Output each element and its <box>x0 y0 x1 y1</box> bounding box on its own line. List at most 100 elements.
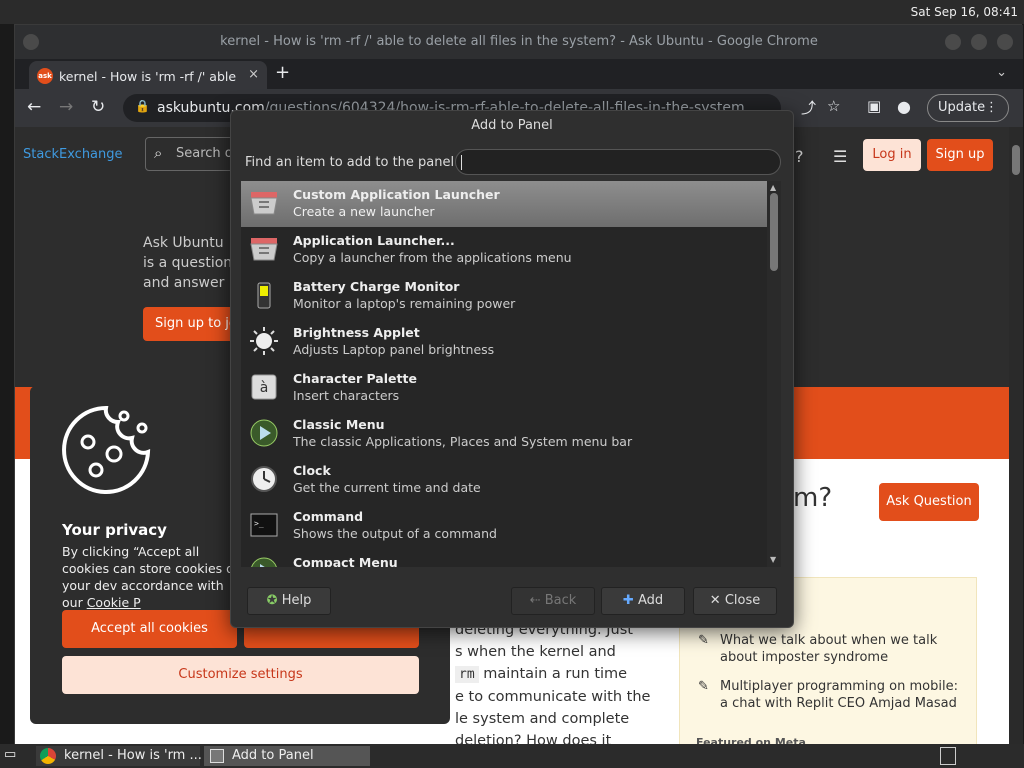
question-body: deleting everything. Just s when the ker… <box>455 622 651 745</box>
scroll-up-icon[interactable]: ▲ <box>770 183 776 192</box>
list-scrollbar[interactable]: ▲ ▼ <box>767 181 781 567</box>
applet-name: Compact Menu <box>293 555 398 567</box>
stackexchange-logo[interactable]: StackExchange <box>23 147 123 162</box>
window-icon <box>210 749 224 763</box>
taskbar-item-add-to-panel[interactable]: Add to Panel <box>204 746 370 766</box>
clock-icon <box>249 464 279 494</box>
applet-description: The classic Applications, Places and Sys… <box>293 434 633 449</box>
applet-list-item[interactable]: Brightness Applet Adjusts Laptop panel br… <box>241 319 767 365</box>
applet-name: Character Palette <box>293 371 417 386</box>
close-button[interactable]: ✕ Close <box>693 587 777 615</box>
taskbar-item-chrome[interactable]: kernel - How is 'rm ... <box>36 746 202 766</box>
find-item-input[interactable] <box>455 149 781 175</box>
system-top-bar: Sat Sep 16, 08:41 <box>0 0 1024 24</box>
question-title: m? <box>793 483 833 513</box>
back-arrow-icon: ⇠ <box>529 593 541 608</box>
add-to-panel-dialog: Add to Panel Find an item to add to the … <box>230 110 794 628</box>
applet-description: Create a new launcher <box>293 204 435 219</box>
minimize-button[interactable] <box>945 34 961 50</box>
page-scrollbar-thumb[interactable] <box>1012 145 1020 175</box>
close-window-button[interactable] <box>997 34 1013 50</box>
tab-search-chevron-icon[interactable]: ⌄ <box>996 65 1007 80</box>
applet-description: Get the current time and date <box>293 480 481 495</box>
login-button[interactable]: Log in <box>863 139 921 171</box>
lock-icon[interactable]: 🔒 <box>135 99 150 113</box>
applet-list: Custom Application Launcher Create a new … <box>241 181 781 567</box>
show-desktop-icon[interactable]: ▭ <box>4 747 16 762</box>
applet-list-item[interactable]: Custom Application Launcher Create a new … <box>241 181 767 227</box>
side-panel-icon[interactable]: ▣ <box>867 97 881 115</box>
window-title: kernel - How is 'rm -rf /' able to delet… <box>220 34 818 49</box>
applet-name: Clock <box>293 463 331 478</box>
system-clock[interactable]: Sat Sep 16, 08:41 <box>911 5 1018 19</box>
character-icon: à <box>249 372 279 402</box>
chrome-icon <box>40 748 56 764</box>
dialog-title[interactable]: Add to Panel <box>231 111 793 141</box>
add-button[interactable]: ✚ Add <box>601 587 685 615</box>
page-scrollbar[interactable] <box>1009 127 1023 745</box>
list-scrollbar-thumb[interactable] <box>770 193 778 271</box>
applet-list-item[interactable]: Application Launcher... Copy a launcher f… <box>241 227 767 273</box>
terminal-icon: >_ <box>249 510 279 540</box>
pencil-icon: ✎ <box>698 679 709 694</box>
site-search-input[interactable]: ⌕ Search o <box>145 137 235 171</box>
window-menu-button[interactable] <box>23 34 39 50</box>
help-icon[interactable]: ? <box>795 147 804 166</box>
share-icon[interactable]: ⤴ <box>801 97 816 118</box>
tab-strip: ask kernel - How is 'rm -rf /' able t × … <box>15 59 1023 91</box>
cookie-title: Your privacy <box>62 521 167 539</box>
applet-name: Custom Application Launcher <box>293 187 500 202</box>
workspace-switcher-icon[interactable] <box>940 747 956 765</box>
back-arrow-icon[interactable]: ← <box>27 97 41 117</box>
applet-description: Adjusts Laptop panel brightness <box>293 342 495 357</box>
forward-arrow-icon[interactable]: → <box>59 97 73 117</box>
sidebar-item[interactable]: ✎ What we talk about when we talk about i… <box>698 632 968 666</box>
applet-description: Copy a launcher from the applications me… <box>293 250 572 265</box>
help-button[interactable]: ✪ Help <box>247 587 331 615</box>
close-icon: ✕ <box>709 593 721 608</box>
launcher-icon <box>249 188 279 218</box>
applet-list-item[interactable]: à Character Palette Insert characters <box>241 365 767 411</box>
launcher-icon <box>249 234 279 264</box>
applet-list-item[interactable]: >_ Command Shows the output of a command <box>241 503 767 549</box>
svg-text:>_: >_ <box>254 519 264 528</box>
accept-cookies-button[interactable]: Accept all cookies <box>62 610 237 648</box>
signup-button[interactable]: Sign up <box>927 139 993 171</box>
chrome-menu-icon: ⋮ <box>985 100 998 115</box>
cookie-policy-link[interactable]: Cookie P <box>87 595 141 610</box>
search-icon: ⌕ <box>154 144 163 162</box>
new-tab-button[interactable]: + <box>275 62 290 83</box>
applet-name: Classic Menu <box>293 417 385 432</box>
applet-description: Shows the output of a command <box>293 526 497 541</box>
sidebar-item[interactable]: ✎ Multiplayer programming on mobile: a ch… <box>698 678 968 712</box>
applet-list-item[interactable]: Clock Get the current time and date <box>241 457 767 503</box>
update-button[interactable]: Update ⋮ <box>927 94 1009 122</box>
askubuntu-favicon-icon: ask <box>37 68 53 84</box>
applet-name: Application Launcher... <box>293 233 455 248</box>
bookmark-star-icon[interactable]: ☆ <box>827 97 840 115</box>
tab-close-icon[interactable]: × <box>248 67 259 82</box>
update-label: Update <box>938 100 986 115</box>
applet-list-item[interactable]: Battery Charge Monitor Monitor a laptop's… <box>241 273 767 319</box>
search-placeholder: Search o <box>176 146 233 161</box>
find-label: Find an item to add to the panel: <box>245 155 459 170</box>
site-switcher-icon[interactable]: ☰ <box>833 147 847 166</box>
ask-question-button[interactable]: Ask Question <box>879 483 979 521</box>
back-button[interactable]: ⇠ Back <box>511 587 595 615</box>
hero-signup-button[interactable]: Sign up to join this community <box>143 307 239 341</box>
cookie-text: By clicking “Accept all cookies can stor… <box>62 544 242 610</box>
profile-avatar-icon[interactable]: ● <box>897 97 911 116</box>
browser-tab[interactable]: ask kernel - How is 'rm -rf /' able t × <box>29 61 267 91</box>
customize-settings-button[interactable]: Customize settings <box>62 656 419 694</box>
applet-name: Command <box>293 509 364 524</box>
applet-name: Battery Charge Monitor <box>293 279 460 294</box>
applet-list-item[interactable]: Classic Menu The classic Applications, Pl… <box>241 411 767 457</box>
applet-description: Monitor a laptop's remaining power <box>293 296 516 311</box>
scroll-down-icon[interactable]: ▼ <box>770 555 776 564</box>
window-titlebar[interactable]: kernel - How is 'rm -rf /' able to delet… <box>15 25 1023 59</box>
applet-list-item[interactable]: Compact Menu <box>241 549 767 567</box>
maximize-button[interactable] <box>971 34 987 50</box>
reload-icon[interactable]: ↻ <box>91 97 105 117</box>
hero-text: Ask Ubuntu is a question and answer site… <box>143 235 233 291</box>
applet-name: Brightness Applet <box>293 325 420 340</box>
